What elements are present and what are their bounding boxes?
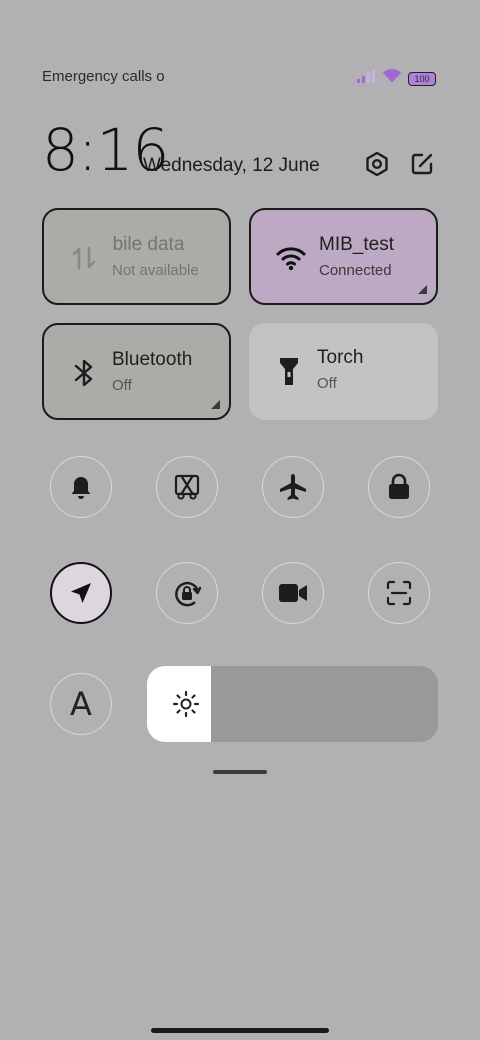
video-icon bbox=[279, 584, 307, 602]
wifi-network-name: MIB_test bbox=[319, 234, 394, 255]
system-icons: 100 bbox=[356, 68, 436, 89]
clock-date: Wednesday, 12 June bbox=[143, 155, 320, 176]
wifi-icon bbox=[382, 68, 402, 89]
settings-icon bbox=[366, 151, 388, 177]
rotation-lock-toggle[interactable] bbox=[156, 562, 218, 624]
status-bar: Emergency calls o 100 bbox=[0, 60, 480, 94]
scanner-toggle[interactable] bbox=[368, 562, 430, 624]
location-icon bbox=[71, 583, 91, 603]
brightness-slider[interactable] bbox=[147, 666, 438, 742]
mobile-data-status: Not available bbox=[112, 262, 199, 279]
screen-recorder-toggle[interactable] bbox=[262, 562, 324, 624]
brightness-icon bbox=[172, 690, 200, 718]
torch-tile[interactable]: Torch Off bbox=[249, 323, 438, 420]
signal-icon bbox=[356, 69, 376, 88]
lock-screen-toggle[interactable] bbox=[368, 456, 430, 518]
scan-icon bbox=[386, 580, 412, 606]
bluetooth-title: Bluetooth bbox=[112, 349, 193, 370]
mobile-data-title: obile data bbox=[112, 234, 185, 255]
edit-icon bbox=[411, 153, 433, 175]
wifi-status: Connected bbox=[319, 262, 392, 279]
airplane-icon bbox=[280, 474, 306, 500]
screenshot-toggle[interactable] bbox=[156, 456, 218, 518]
airplane-mode-toggle[interactable] bbox=[262, 456, 324, 518]
bluetooth-tile[interactable]: Bluetooth Off bbox=[42, 323, 231, 420]
rotation-lock-icon bbox=[175, 581, 202, 607]
settings-button[interactable] bbox=[361, 148, 393, 180]
wifi-tile-icon bbox=[275, 242, 307, 274]
bluetooth-icon bbox=[68, 357, 100, 389]
battery-icon: 100 bbox=[408, 71, 436, 86]
bluetooth-status: Off bbox=[112, 377, 132, 394]
mobile-data-icon bbox=[68, 242, 100, 274]
torch-status: Off bbox=[317, 375, 337, 392]
bell-icon bbox=[71, 477, 91, 499]
bluetooth-expand-indicator[interactable] bbox=[211, 400, 220, 409]
location-toggle[interactable] bbox=[50, 562, 112, 624]
wifi-tile[interactable]: MIB_test Connected bbox=[249, 208, 438, 305]
carrier-text: Emergency calls o bbox=[42, 68, 164, 85]
lock-icon bbox=[389, 473, 409, 499]
panel-drag-handle[interactable] bbox=[213, 770, 267, 774]
ring-mode-toggle[interactable] bbox=[50, 456, 112, 518]
font-size-button[interactable]: A bbox=[50, 673, 112, 735]
mobile-data-tile[interactable]: obile data Not available bbox=[42, 208, 231, 305]
torch-title: Torch bbox=[317, 347, 364, 368]
home-indicator[interactable] bbox=[151, 1028, 329, 1033]
torch-icon bbox=[273, 355, 305, 387]
screenshot-icon bbox=[174, 474, 200, 500]
wifi-expand-indicator[interactable] bbox=[418, 285, 427, 294]
edit-button[interactable] bbox=[406, 148, 438, 180]
